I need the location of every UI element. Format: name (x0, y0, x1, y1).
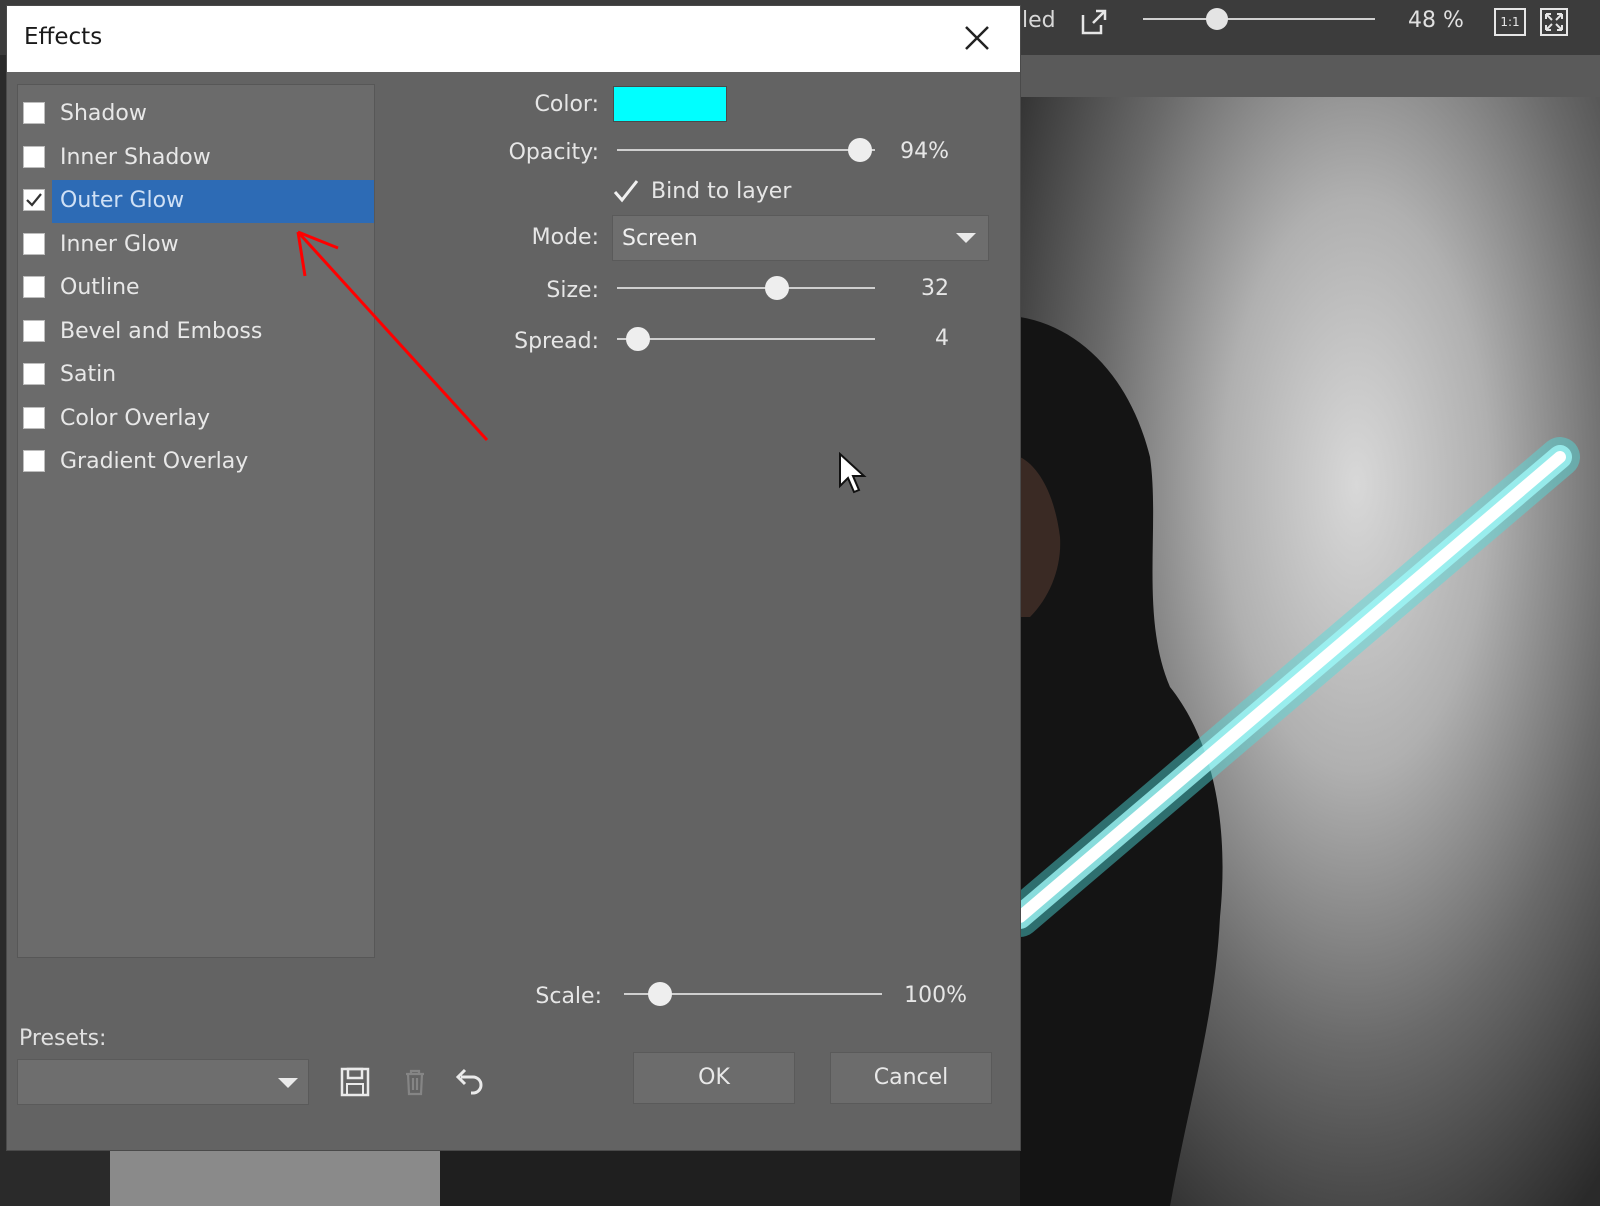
canvas-header-strip (1020, 55, 1600, 97)
effect-label: Inner Glow (60, 231, 179, 257)
opacity-slider-track (617, 149, 875, 151)
undo-icon[interactable] (451, 1064, 487, 1100)
actual-size-button[interactable]: 1:1 (1494, 8, 1526, 36)
trash-icon[interactable] (397, 1064, 433, 1100)
effect-checkbox[interactable] (23, 276, 45, 298)
dialog-titlebar: Effects (7, 6, 1020, 72)
size-slider-thumb[interactable] (764, 276, 789, 300)
effect-checkbox[interactable] (23, 145, 45, 168)
opacity-slider[interactable] (617, 138, 875, 162)
zoom-slider-track (1143, 18, 1375, 20)
scale-slider[interactable] (624, 982, 882, 1006)
size-value: 32 (921, 276, 949, 301)
document-title-fragment: led (1022, 8, 1056, 33)
background-panel (110, 1150, 440, 1206)
effect-checkbox[interactable] (23, 450, 45, 472)
effect-label: Bevel and Emboss (60, 318, 263, 344)
effect-checkbox[interactable] (23, 363, 45, 385)
effect-checkbox[interactable] (23, 189, 45, 211)
close-icon[interactable] (959, 20, 995, 56)
external-link-icon[interactable] (1078, 6, 1110, 38)
spread-label: Spread: (514, 329, 599, 354)
effect-item-color-overlay[interactable]: Color Overlay (18, 398, 374, 441)
effect-label: Satin (60, 362, 117, 387)
spread-value: 4 (935, 326, 949, 351)
effect-label: Shadow (60, 101, 147, 126)
effect-label: Outline (60, 275, 140, 300)
effect-checkbox[interactable] (23, 319, 45, 342)
scale-slider-thumb[interactable] (648, 982, 673, 1006)
size-slider-track (617, 287, 875, 289)
effect-item-shadow[interactable]: Shadow (18, 93, 374, 136)
save-icon[interactable] (337, 1064, 373, 1100)
mode-label: Mode: (531, 225, 599, 250)
effect-checkbox[interactable] (23, 102, 45, 124)
cancel-button[interactable]: Cancel (830, 1052, 992, 1104)
zoom-level: 48 % (1408, 8, 1464, 33)
effect-item-outline[interactable]: Outline (18, 267, 374, 310)
spread-slider-track (617, 338, 875, 340)
chevron-down-icon (278, 1078, 298, 1088)
color-swatch[interactable] (613, 86, 727, 122)
canvas-artwork (1020, 317, 1580, 1206)
effect-item-satin[interactable]: Satin (18, 354, 374, 397)
effect-checkbox[interactable] (23, 406, 45, 429)
mode-value: Screen (622, 226, 698, 251)
effect-label: Inner Shadow (60, 144, 211, 170)
effect-item-bevel-and-emboss[interactable]: Bevel and Emboss (18, 311, 374, 354)
size-slider[interactable] (617, 276, 875, 300)
zoom-slider-thumb[interactable] (1206, 8, 1229, 30)
fit-screen-icon[interactable] (1538, 6, 1570, 38)
effect-checkbox[interactable] (23, 232, 45, 255)
opacity-value: 94% (900, 139, 949, 164)
background-panel-dark (440, 1150, 1020, 1206)
ok-button[interactable]: OK (633, 1052, 795, 1104)
effect-label: Gradient Overlay (60, 449, 249, 474)
size-label: Size: (546, 278, 599, 303)
effect-item-inner-glow[interactable]: Inner Glow (18, 224, 374, 267)
effect-label: Color Overlay (60, 405, 210, 431)
mode-dropdown[interactable]: Screen (612, 215, 989, 261)
effect-item-outer-glow[interactable]: Outer Glow (18, 180, 374, 223)
effect-label: Outer Glow (60, 188, 185, 213)
effects-dialog: Effects Shadow Inner Shadow Outer Glow Inne… (7, 6, 1020, 1150)
opacity-slider-thumb[interactable] (847, 138, 872, 162)
spread-slider-thumb[interactable] (625, 327, 650, 351)
spread-slider[interactable] (617, 327, 875, 351)
scale-label: Scale: (535, 984, 602, 1009)
opacity-label: Opacity: (508, 140, 599, 165)
bind-to-layer-checkbox[interactable] (612, 178, 640, 206)
presets-label: Presets: (19, 1026, 107, 1051)
effect-item-gradient-overlay[interactable]: Gradient Overlay (18, 441, 374, 484)
effects-list: Shadow Inner Shadow Outer Glow Inner Glow Ou… (17, 84, 375, 958)
bind-to-layer-label: Bind to layer (651, 179, 792, 204)
color-label: Color: (534, 92, 599, 117)
scale-value: 100% (904, 983, 967, 1008)
presets-dropdown[interactable] (17, 1059, 309, 1105)
effect-item-inner-shadow[interactable]: Inner Shadow (18, 137, 374, 180)
chevron-down-icon (956, 233, 976, 243)
dialog-title: Effects (24, 24, 103, 50)
image-canvas[interactable] (1020, 97, 1600, 1206)
